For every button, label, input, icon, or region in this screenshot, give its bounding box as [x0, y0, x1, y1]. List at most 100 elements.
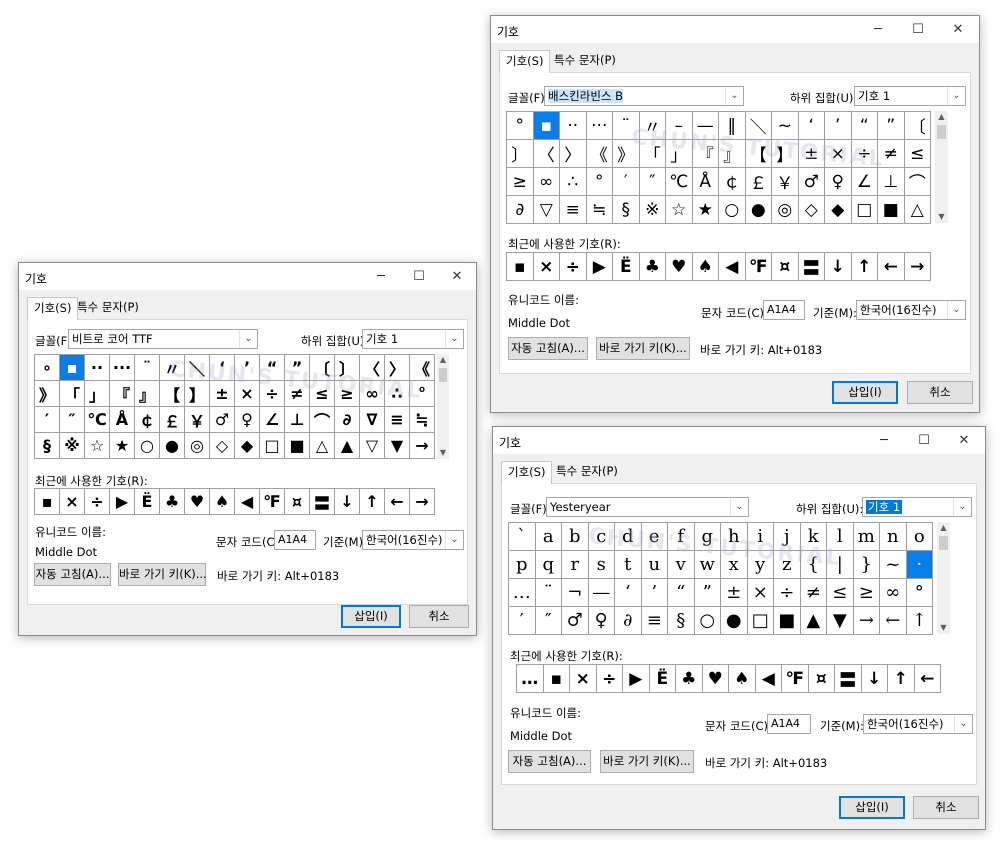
symbol-cell[interactable]: — — [692, 112, 719, 140]
symbol-cell[interactable]: ☆ — [666, 196, 693, 224]
insert-button[interactable]: 삽입(I) — [341, 605, 401, 628]
chevron-down-icon[interactable]: ⌄ — [947, 87, 965, 105]
recent-symbol-cell[interactable]: ♠ — [729, 665, 756, 693]
recent-symbol-cell[interactable]: 〓 — [835, 665, 862, 693]
symbol-cell[interactable]: … — [509, 579, 536, 607]
symbol-cell[interactable]: ·· — [560, 112, 587, 140]
symbol-cell[interactable]: ▽ — [533, 196, 560, 224]
recent-symbol-cell[interactable]: ♥ — [702, 665, 729, 693]
symbol-cell[interactable]: ＼ — [745, 112, 772, 140]
recent-symbol-cell[interactable]: ♣ — [160, 489, 185, 515]
recent-symbol-cell[interactable]: ◀ — [719, 253, 746, 281]
symbol-cell[interactable]: ≠ — [800, 579, 827, 607]
symbol-cell[interactable]: ‘ — [798, 112, 825, 140]
symbol-cell[interactable]: o — [906, 523, 933, 551]
symbol-cell[interactable]: g — [694, 523, 721, 551]
symbol-cell[interactable]: 」 — [666, 140, 693, 168]
chevron-down-icon[interactable]: ⌄ — [445, 531, 463, 549]
tab-special-characters[interactable]: 특수 문자(P) — [548, 50, 622, 71]
recent-symbol-cell[interactable]: ▶ — [110, 489, 135, 515]
close-icon[interactable]: ✕ — [438, 264, 476, 289]
symbol-cell[interactable]: ￠ — [719, 168, 746, 196]
symbol-cell[interactable]: ♂ — [562, 607, 589, 635]
recent-symbol-cell[interactable]: ÷ — [560, 253, 587, 281]
symbol-cell[interactable]: 『 — [110, 381, 135, 407]
symbol-cell[interactable]: ▪ — [60, 355, 85, 381]
recent-symbol-cell[interactable]: 〓 — [798, 253, 825, 281]
symbol-cell[interactable]: ≤ — [827, 579, 854, 607]
symbol-cell[interactable]: □ — [260, 433, 285, 459]
symbol-cell[interactable]: w — [694, 551, 721, 579]
symbol-cell[interactable]: ￥ — [185, 407, 210, 433]
symbol-cell[interactable]: 〈 — [533, 140, 560, 168]
autocorrect-button[interactable]: 자동 고침(A)... — [34, 563, 111, 586]
symbol-grid-scrollbar[interactable]: ▲ ▼ — [937, 522, 950, 634]
symbol-cell[interactable]: ♀ — [588, 607, 615, 635]
symbol-cell[interactable]: ··· — [110, 355, 135, 381]
symbol-cell[interactable]: ◎ — [772, 196, 799, 224]
symbol-cell[interactable]: k — [800, 523, 827, 551]
recent-symbol-cell[interactable]: ↓ — [825, 253, 852, 281]
symbol-cell[interactable]: 〉 — [560, 140, 587, 168]
symbol-cell[interactable]: □ — [747, 607, 774, 635]
symbol-cell[interactable]: ÷ — [260, 381, 285, 407]
symbol-cell[interactable]: ″ — [639, 168, 666, 196]
chevron-down-icon[interactable]: ⌄ — [445, 330, 463, 348]
symbol-cell[interactable]: ··· — [586, 112, 613, 140]
symbol-cell[interactable]: ★ — [110, 433, 135, 459]
symbol-cell[interactable]: ■ — [878, 196, 905, 224]
symbol-cell[interactable]: ∂ — [615, 607, 642, 635]
symbol-cell[interactable]: ℃ — [85, 407, 110, 433]
symbol-cell[interactable]: ” — [878, 112, 905, 140]
symbol-cell[interactable]: 「 — [60, 381, 85, 407]
symbol-cell[interactable]: ‘ — [615, 579, 642, 607]
symbol-cell[interactable]: ¬ — [562, 579, 589, 607]
symbol-cell[interactable]: Å — [692, 168, 719, 196]
chevron-down-icon[interactable]: ⌄ — [239, 330, 257, 348]
scroll-down-icon[interactable]: ▼ — [937, 622, 950, 634]
symbol-cell[interactable]: h — [721, 523, 748, 551]
font-combo[interactable]: 비트로 코어 TTF ⌄ — [68, 329, 258, 349]
font-combo[interactable]: 배스킨라빈스 B ⌄ — [544, 86, 744, 106]
symbol-cell[interactable]: ● — [721, 607, 748, 635]
symbol-cell[interactable]: y — [747, 551, 774, 579]
symbol-cell[interactable]: ’ — [235, 355, 260, 381]
symbol-cell[interactable]: ※ — [60, 433, 85, 459]
minimize-icon[interactable]: ─ — [865, 428, 903, 453]
symbol-cell[interactable]: ‖ — [719, 112, 746, 140]
symbol-cell[interactable]: ÷ — [851, 140, 878, 168]
cancel-button[interactable]: 취소 — [913, 796, 979, 819]
recent-symbol-cell[interactable]: ← — [878, 253, 905, 281]
maximize-icon[interactable]: ☐ — [400, 264, 438, 289]
symbol-cell[interactable]: 【 — [745, 140, 772, 168]
symbol-cell[interactable]: ← — [880, 607, 907, 635]
symbol-cell[interactable]: ￥ — [772, 168, 799, 196]
recent-symbol-cell[interactable]: ÷ — [596, 665, 623, 693]
symbol-cell[interactable]: ″ — [535, 607, 562, 635]
symbol-cell[interactable]: ± — [798, 140, 825, 168]
recent-symbol-cell[interactable]: ↑ — [851, 253, 878, 281]
symbol-cell[interactable]: ÷ — [774, 579, 801, 607]
symbol-cell[interactable]: ¨ — [613, 112, 640, 140]
symbol-cell[interactable]: ○ — [719, 196, 746, 224]
symbol-cell[interactable]: 〃 — [160, 355, 185, 381]
symbol-cell[interactable]: Å — [110, 407, 135, 433]
symbol-cell[interactable]: ∇ — [360, 407, 385, 433]
symbol-cell[interactable]: e — [641, 523, 668, 551]
char-code-field[interactable]: A1A4 — [767, 714, 811, 734]
symbol-cell[interactable]: ⌒ — [310, 407, 335, 433]
symbol-cell[interactable]: × — [747, 579, 774, 607]
symbol-grid-scrollbar[interactable]: ▲ ▼ — [437, 354, 449, 459]
symbol-cell[interactable]: b — [562, 523, 589, 551]
scrollbar-thumb[interactable] — [937, 125, 946, 139]
chevron-down-icon[interactable]: ⌄ — [954, 715, 972, 733]
symbol-cell[interactable]: ¨ — [135, 355, 160, 381]
symbol-cell[interactable]: × — [235, 381, 260, 407]
symbol-cell[interactable]: 『 — [692, 140, 719, 168]
recent-symbol-cell[interactable]: Ë — [649, 665, 676, 693]
symbol-cell[interactable]: { — [800, 551, 827, 579]
recent-symbol-cell[interactable]: ◀ — [235, 489, 260, 515]
symbol-cell[interactable]: 《 — [586, 140, 613, 168]
symbol-cell[interactable]: ° — [586, 168, 613, 196]
scrollbar-thumb[interactable] — [939, 536, 948, 550]
